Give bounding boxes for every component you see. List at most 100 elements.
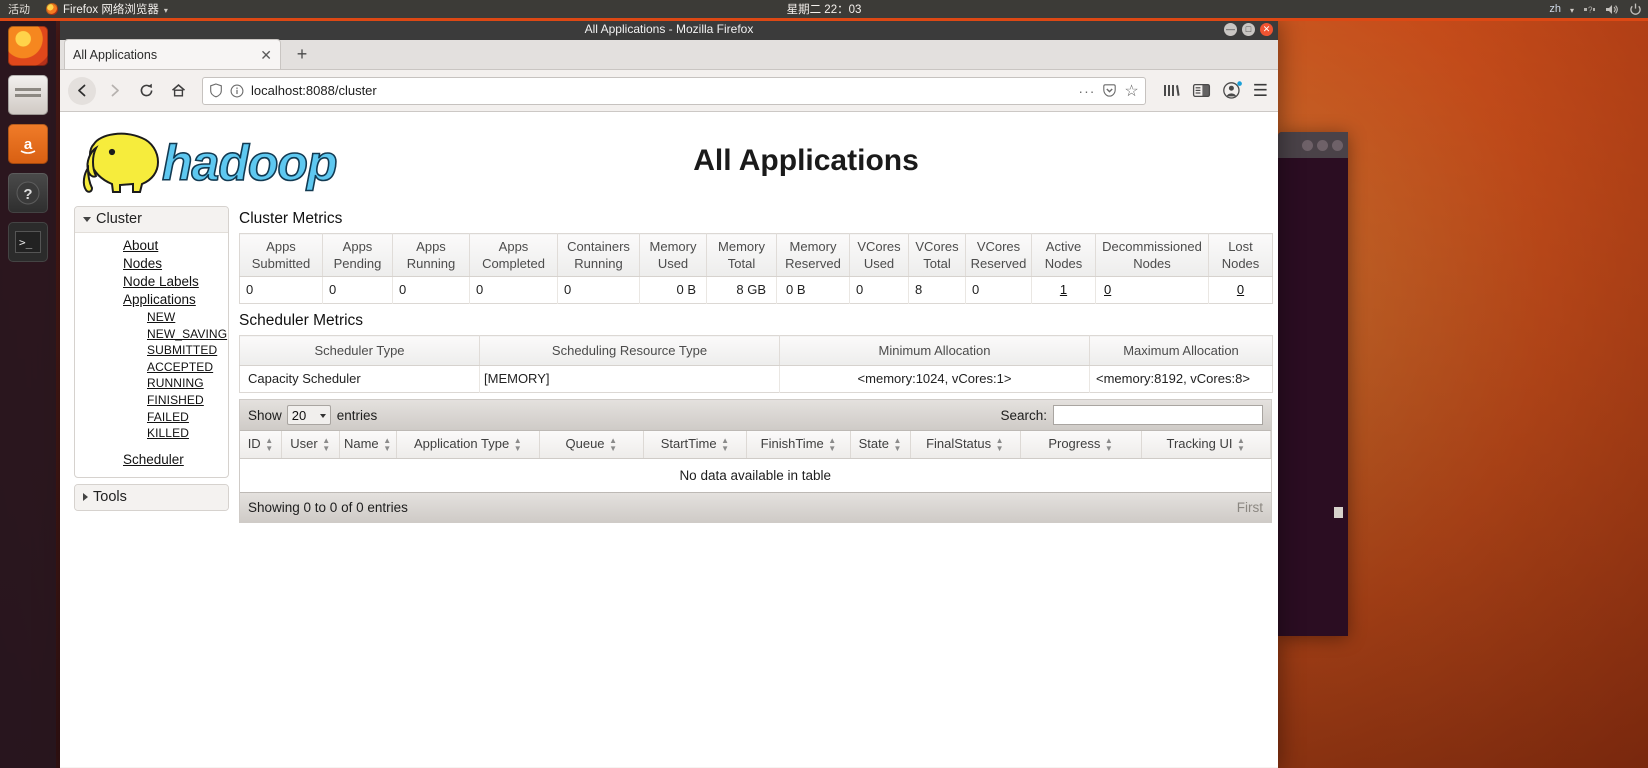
window-close-button[interactable]: ✕ <box>1260 22 1273 36</box>
col-apps-running: Apps Running <box>392 233 470 277</box>
sidebar-item-killed[interactable]: KILLED <box>75 425 228 442</box>
lost-nodes-link[interactable]: 0 <box>1237 282 1244 297</box>
page-length-select-wrap[interactable]: 20 50 100 <box>286 405 331 425</box>
sidebar-tools-header[interactable]: Tools <box>75 484 228 510</box>
cell-decommissioned-nodes: 0 <box>1095 276 1209 304</box>
sidebar-cluster-header[interactable]: Cluster <box>75 207 228 233</box>
minimize-icon[interactable] <box>1302 139 1313 151</box>
page-header: hadoop All Applications <box>60 112 1278 204</box>
sidebar-item-running[interactable]: RUNNING <box>75 375 228 392</box>
sidebar-item-failed[interactable]: FAILED <box>75 409 228 426</box>
col-user[interactable]: User ▲ ▼ <box>281 431 340 459</box>
col-finalstatus[interactable]: FinalStatus ▲ ▼ <box>910 431 1021 459</box>
sidebar-item-nodes[interactable]: Nodes <box>75 255 228 273</box>
window-maximize-button[interactable]: □ <box>1242 22 1255 36</box>
svg-text:?: ? <box>1588 5 1593 14</box>
library-icon[interactable] <box>1162 82 1181 99</box>
svg-text:a: a <box>24 136 33 153</box>
input-language-label[interactable]: zh <box>1549 3 1561 15</box>
page-actions-icon[interactable]: ··· <box>1078 83 1095 99</box>
sort-icon: ▲ ▼ <box>828 435 837 453</box>
svg-text:>_: >_ <box>19 236 33 249</box>
maximize-icon[interactable] <box>1317 139 1328 151</box>
tab-label: All Applications <box>73 47 158 62</box>
tab-close-icon[interactable]: ✕ <box>254 48 272 62</box>
window-title: All Applications - Mozilla Firefox <box>584 22 754 36</box>
launcher-item-files[interactable] <box>8 75 48 115</box>
bookmark-star-icon[interactable]: ☆ <box>1124 81 1138 101</box>
cell-vcores-total: 8 <box>908 276 966 304</box>
menu-icon[interactable]: ☰ <box>1253 81 1268 101</box>
entries-label: entries <box>336 407 378 423</box>
col-id[interactable]: ID ▲ ▼ <box>240 431 283 459</box>
search-input[interactable] <box>1053 405 1263 425</box>
accessibility-icon[interactable]: ? <box>1583 3 1596 16</box>
shield-icon[interactable] <box>209 83 223 98</box>
url-bar[interactable]: localhost:8088/cluster ··· ☆ <box>202 76 1146 105</box>
tab-strip: All Applications ✕ + <box>60 39 1278 70</box>
svg-text:hadoop: hadoop <box>162 135 337 191</box>
volume-icon[interactable] <box>1605 3 1620 16</box>
page-length-select[interactable]: 20 50 100 <box>286 405 331 425</box>
account-icon[interactable] <box>1222 81 1242 100</box>
active-nodes-link[interactable]: 1 <box>1060 282 1067 297</box>
window-minimize-button[interactable]: — <box>1224 22 1237 36</box>
sidebar-item-scheduler[interactable]: Scheduler <box>75 451 228 469</box>
decommissioned-nodes-link[interactable]: 0 <box>1104 282 1111 297</box>
clock[interactable]: 星期二 22：03 <box>787 1 862 17</box>
forward-button[interactable] <box>100 77 128 105</box>
cell-memory-reserved: 0 B <box>776 276 850 304</box>
power-icon[interactable] <box>1629 3 1642 16</box>
col-application-type[interactable]: Application Type ▲ ▼ <box>396 431 541 459</box>
sidebar-item-accepted[interactable]: ACCEPTED <box>75 359 228 376</box>
back-button[interactable] <box>68 76 96 105</box>
sidebar-item-submitted[interactable]: SUBMITTED <box>75 342 228 359</box>
sidebar-item-about[interactable]: About <box>75 237 228 255</box>
col-name[interactable]: Name ▲ ▼ <box>339 431 397 459</box>
sidebar-item-node-labels[interactable]: Node Labels <box>75 273 228 291</box>
sidebar-panel-tools: Tools <box>74 483 229 511</box>
applications-table: ID ▲ ▼ User ▲ ▼ Name ▲ ▼ Application Type ▲ ▼ Qu… <box>240 431 1272 492</box>
sidebar-item-finished[interactable]: FINISHED <box>75 392 228 409</box>
sort-icon: ▲ ▼ <box>609 435 617 453</box>
col-tracking-ui[interactable]: Tracking UI ▲ ▼ <box>1141 431 1272 459</box>
launcher-item-help[interactable]: ? <box>8 173 48 213</box>
info-icon[interactable] <box>230 84 244 98</box>
background-window[interactable] <box>1278 132 1348 636</box>
main-content: Cluster Metrics Apps Submitted Apps Pend… <box>229 204 1278 523</box>
col-state[interactable]: State ▲ ▼ <box>850 431 911 459</box>
home-button[interactable] <box>164 77 192 105</box>
sidebar-item-new-saving[interactable]: NEW_SAVING <box>75 326 228 343</box>
reload-button[interactable] <box>132 77 160 105</box>
sidebar-item-new[interactable]: NEW <box>75 309 228 326</box>
col-starttime[interactable]: StartTime ▲ ▼ <box>643 431 748 459</box>
chevron-down-icon[interactable]: ▾ <box>1570 6 1574 15</box>
sidebar-item-applications[interactable]: Applications <box>75 291 228 309</box>
pagination-first[interactable]: First <box>1237 500 1263 515</box>
col-progress[interactable]: Progress ▲ ▼ <box>1020 431 1142 459</box>
activities-button[interactable]: 活动 <box>0 1 40 17</box>
cell-maximum-allocation: <memory:8192, vCores:8> <box>1089 365 1273 393</box>
scheduler-metrics-title: Scheduler Metrics <box>239 312 364 329</box>
cell-memory-used: 0 B <box>639 276 707 304</box>
col-finishtime[interactable]: FinishTime ▲ ▼ <box>746 431 852 459</box>
datatable-footer: Showing 0 to 0 of 0 entries First <box>240 491 1271 522</box>
sort-icon: ▲ ▼ <box>513 435 522 453</box>
col-scheduling-resource-type: Scheduling Resource Type <box>479 335 780 366</box>
sort-icon: ▲ ▼ <box>721 435 729 453</box>
launcher-item-amazon[interactable]: a <box>8 124 48 164</box>
launcher-item-terminal[interactable]: >_ <box>8 222 48 262</box>
pocket-icon[interactable] <box>1102 83 1117 98</box>
url-text[interactable]: localhost:8088/cluster <box>251 83 1071 98</box>
col-apps-completed: Apps Completed <box>469 233 558 277</box>
tab-all-applications[interactable]: All Applications ✕ <box>64 39 281 69</box>
launcher-item-firefox[interactable] <box>8 26 48 66</box>
close-icon[interactable] <box>1332 139 1343 151</box>
sidebar-icon[interactable] <box>1192 82 1211 99</box>
new-tab-button[interactable]: + <box>289 41 315 67</box>
search-label: Search: <box>1000 407 1047 423</box>
table-empty-row: No data available in table <box>240 458 1271 492</box>
hadoop-logo[interactable]: hadoop <box>76 128 374 200</box>
active-app-menu[interactable]: Firefox 网络浏览器 ▾ <box>40 1 174 17</box>
col-queue[interactable]: Queue ▲ ▼ <box>539 431 644 459</box>
